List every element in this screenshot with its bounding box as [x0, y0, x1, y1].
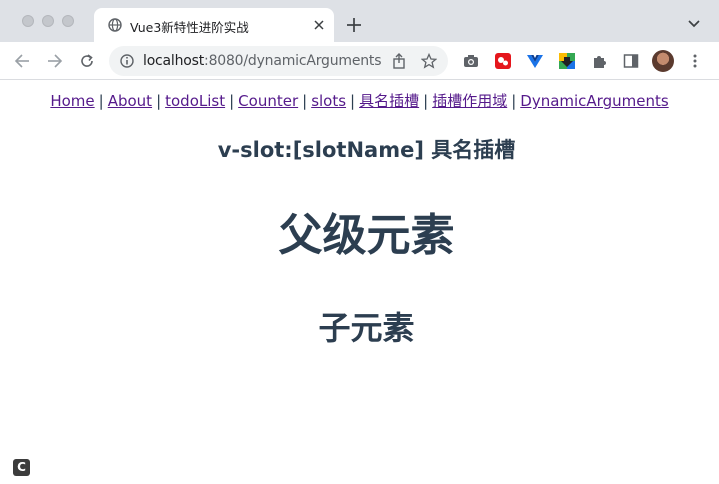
corner-c-badge[interactable]: C [13, 459, 30, 476]
slot-heading: v-slot:[slotName] 具名插槽 [217, 138, 516, 162]
info-icon[interactable] [120, 54, 134, 68]
close-icon[interactable] [312, 18, 326, 32]
nav-separator: | [350, 92, 356, 110]
nav-link-slots[interactable]: slots [311, 92, 346, 110]
minimize-window-button[interactable] [42, 15, 54, 27]
more-menu-icon[interactable] [690, 53, 700, 69]
nav-separator: | [423, 92, 429, 110]
child-element-heading: 子元素 [318, 309, 415, 347]
puzzle-icon[interactable] [591, 53, 607, 69]
nav-link-todolist[interactable]: todoList [165, 92, 225, 110]
tab-active[interactable]: Vue3新特性进阶实战 [94, 8, 334, 42]
page-content: Home | About | todoList | Counter | slots | 具名插槽 | 插… [0, 81, 719, 484]
nav-link-counter[interactable]: Counter [238, 92, 298, 110]
globe-icon [108, 18, 122, 32]
url-host: localhost [143, 53, 205, 69]
extension-red-icon[interactable] [495, 53, 511, 69]
camera-icon[interactable] [463, 53, 479, 69]
share-icon[interactable] [391, 53, 407, 69]
forward-arrow-icon[interactable] [47, 53, 63, 69]
nav-separator: | [511, 92, 517, 110]
nav-link-dynamic-arguments[interactable]: DynamicArguments [520, 92, 668, 110]
nav-link-about[interactable]: About [108, 92, 152, 110]
chevron-down-icon[interactable] [687, 19, 701, 29]
close-window-button[interactable] [22, 15, 34, 27]
back-arrow-icon[interactable] [14, 53, 30, 69]
nav-separator: | [156, 92, 162, 110]
url-text[interactable]: localhost:8080/dynamicArguments [143, 53, 382, 69]
side-panel-icon[interactable] [623, 53, 639, 69]
tab-title: Vue3新特性进阶实战 [130, 20, 249, 35]
reload-icon[interactable] [79, 53, 95, 69]
vue-devtools-icon[interactable] [527, 53, 543, 69]
router-nav: Home | About | todoList | Counter | slots | 具名插槽 | 插… [0, 90, 719, 111]
nav-separator: | [98, 92, 104, 110]
nav-link-scoped-slots[interactable]: 插槽作用域 [432, 92, 507, 110]
nav-link-home[interactable]: Home [50, 92, 94, 110]
url-path: :8080/dynamicArguments [204, 53, 382, 69]
nav-separator: | [302, 92, 308, 110]
maximize-window-button[interactable] [62, 15, 74, 27]
address-bar[interactable]: localhost:8080/dynamicArguments [109, 46, 448, 76]
download-extension-icon[interactable] [559, 53, 575, 69]
nav-link-named-slots[interactable]: 具名插槽 [359, 92, 419, 110]
avatar[interactable] [652, 50, 674, 72]
plus-icon[interactable] [346, 17, 362, 33]
browser-toolbar: localhost:8080/dynamicArguments [0, 42, 719, 80]
parent-element-heading: 父级元素 [278, 210, 455, 261]
star-icon[interactable] [421, 53, 437, 69]
tab-strip: Vue3新特性进阶实战 [0, 0, 719, 42]
nav-separator: | [229, 92, 235, 110]
